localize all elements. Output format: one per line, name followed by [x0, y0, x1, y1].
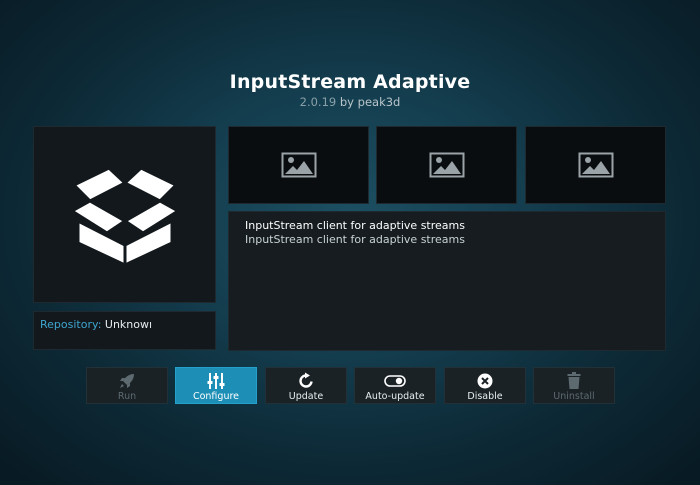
addon-author: peak3d: [357, 95, 401, 109]
description-body: InputStream client for adaptive streams: [245, 233, 465, 246]
toggle-icon: [384, 372, 406, 389]
close-circle-icon: [477, 372, 493, 389]
uninstall-button[interactable]: Uninstall: [533, 367, 615, 404]
screenshot-2[interactable]: [376, 126, 517, 204]
addon-icon-panel: [33, 126, 216, 303]
screenshot-3[interactable]: [525, 126, 666, 204]
addon-title: InputStream Adaptive: [229, 71, 471, 93]
image-placeholder-icon: [429, 152, 464, 178]
run-button-label: Run: [117, 391, 137, 402]
addon-subtitle: 2.0.19 by peak3d: [0, 95, 700, 109]
update-button[interactable]: Update: [265, 367, 347, 404]
screenshot-1[interactable]: [228, 126, 369, 204]
rocket-icon: [118, 372, 136, 389]
description-summary: InputStream client for adaptive streams: [245, 219, 465, 232]
uninstall-button-label: Uninstall: [553, 391, 595, 402]
auto-update-button[interactable]: Auto-update: [354, 367, 436, 404]
disable-button-label: Disable: [467, 391, 503, 402]
repository-info: Repository: Unknowı: [33, 311, 216, 350]
image-placeholder-icon: [578, 152, 613, 178]
configure-button-label: Configure: [192, 391, 240, 402]
repository-value: Unknowı: [104, 318, 153, 331]
sliders-icon: [207, 372, 225, 389]
description-panel: InputStream client for adaptive streams …: [228, 211, 666, 351]
repository-label: Repository:: [40, 318, 102, 331]
addon-version: 2.0.19: [299, 95, 337, 109]
auto-update-button-label: Auto-update: [365, 391, 425, 402]
disable-button[interactable]: Disable: [444, 367, 526, 404]
addon-by-label: by: [339, 95, 354, 109]
run-button[interactable]: Run: [86, 367, 168, 404]
refresh-icon: [297, 372, 315, 389]
addon-header: InputStream Adaptive 2.0.19 by peak3d: [0, 70, 700, 109]
trash-icon: [567, 372, 581, 389]
package-box-icon: [70, 166, 179, 266]
update-button-label: Update: [288, 391, 324, 402]
configure-button[interactable]: Configure: [175, 367, 257, 404]
image-placeholder-icon: [281, 152, 316, 178]
